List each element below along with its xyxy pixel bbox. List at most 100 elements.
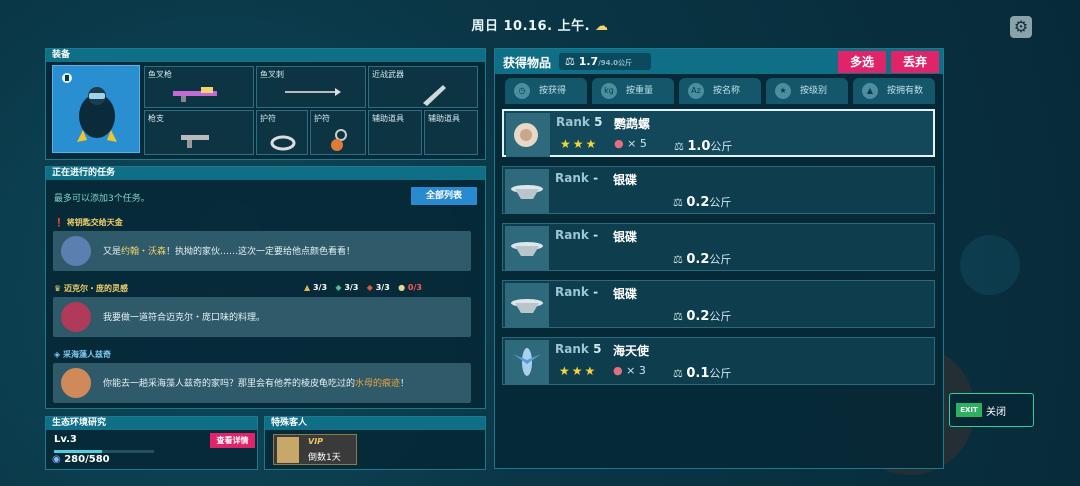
slot-melee[interactable]: 近战武器	[368, 66, 478, 108]
quest-1-text: 又是约翰・沃森！执拗的家伙……这次一定要给他点颜色看看！	[103, 247, 356, 257]
item-weight: ⚖ 0.2公斤	[673, 309, 732, 324]
item-weight: ⚖ 0.1公斤	[673, 366, 732, 381]
vip-guest-avatar	[277, 437, 299, 463]
fish-icon: ◆	[335, 283, 342, 292]
discard-button[interactable]: 丢弃	[891, 51, 939, 73]
quest-2-text: 我要做一道符合迈克尔・庞口味的料理。	[103, 313, 266, 323]
slot-harpoon-gun[interactable]: 鱼叉枪	[144, 66, 254, 108]
slot-label: 鱼叉枪	[148, 70, 172, 79]
vip-label: VIP	[308, 437, 324, 446]
shrimp-icon: ◆	[366, 283, 373, 292]
tab-by-obtained[interactable]: ◷ 按获得	[505, 78, 587, 104]
silver-dish-icon	[505, 226, 549, 270]
weight-sort-icon: kg	[601, 83, 617, 99]
silver-dish-icon	[505, 169, 549, 213]
weight-display: ⚖ 1.7/94.0公斤	[559, 53, 651, 70]
date-time: 周日 10.16. 上午. ☁	[471, 19, 609, 34]
slot-aux-1[interactable]: 辅助道具	[368, 110, 422, 155]
slot-harpoon[interactable]: 鱼叉刺	[256, 66, 366, 108]
multi-select-button[interactable]: 多选	[838, 51, 886, 73]
alert-icon: ❗	[54, 218, 64, 227]
weight-icon: ⚖	[674, 140, 684, 153]
vip-countdown: 倒数1天	[308, 453, 341, 463]
equipment-panel: 装备 鱼叉枪 鱼叉刺 近战武器 枪支 护符 护符 辅助道具 辅助道具	[45, 48, 486, 160]
pistol-icon	[181, 135, 209, 148]
tab-by-owned[interactable]: ▲ 按拥有数	[853, 78, 935, 104]
star-rating: ★★★	[560, 137, 599, 151]
harpoon-gun-icon	[173, 87, 217, 102]
slot-label: 辅助道具	[428, 114, 460, 123]
stack-icon: ▲	[862, 83, 878, 99]
special-guest-panel: 特殊客人 VIP 倒数1天	[264, 416, 486, 470]
quest-subtitle: 最多可以添加3个任务。	[54, 194, 150, 204]
slot-charm-2[interactable]: 护符	[310, 110, 366, 155]
slot-gun[interactable]: 枪支	[144, 110, 254, 155]
tab-by-rank[interactable]: ★ 按级别	[766, 78, 848, 104]
item-name: 银碟	[613, 173, 638, 187]
slot-label: 辅助道具	[372, 114, 404, 123]
loot-row[interactable]: Rank - 银碟 ⚖ 0.2公斤	[502, 166, 935, 214]
crown-icon: ♛	[54, 284, 62, 293]
npc-avatar	[61, 368, 91, 398]
slot-charm-1[interactable]: 护符	[256, 110, 308, 155]
quest-3[interactable]: 你能去一趟采海藻人兹奇的家吗？那里会有他养的棱皮龟吃过的水母的痕迹！	[53, 363, 471, 403]
harpoon-icon	[285, 88, 341, 96]
vip-card[interactable]: VIP 倒数1天	[273, 434, 357, 465]
bubble-icon: ◉	[52, 454, 61, 465]
ingredient-icon: ▲	[304, 283, 311, 292]
eco-panel: 生态环境研究 Lv.3 查看详情 ◉ 280/580	[45, 416, 258, 470]
eco-level: Lv.3	[54, 434, 77, 445]
quest-2-counts: ▲ 3/3 ◆ 3/3 ◆ 3/3 ● 0/3	[304, 283, 422, 292]
slot-label: 鱼叉刺	[260, 70, 284, 79]
slot-label: 护符	[314, 114, 330, 123]
view-detail-button[interactable]: 查看详情	[210, 433, 255, 448]
sun-cloud-icon: ☁	[595, 19, 609, 34]
diver-avatar[interactable]	[52, 65, 140, 153]
item-count: ● × 3	[613, 364, 646, 377]
equipment-title: 装备	[46, 49, 485, 62]
knife-icon	[423, 85, 446, 106]
all-list-button[interactable]: 全部列表	[411, 187, 477, 205]
meat-icon: ●	[614, 137, 624, 150]
az-icon: Az	[688, 83, 704, 99]
loot-row[interactable]: Rank - 银碟 ⚖ 0.2公斤	[502, 223, 935, 271]
tab-by-name[interactable]: Az 按名称	[679, 78, 761, 104]
quest-title: 正在进行的任务	[46, 167, 485, 180]
tab-by-weight[interactable]: kg 按重量	[592, 78, 674, 104]
loot-row[interactable]: Rank - 银碟 ⚖ 0.2公斤	[502, 280, 935, 328]
eco-progress-fill	[54, 450, 102, 453]
close-button[interactable]: EXIT 关闭	[949, 393, 1034, 427]
item-weight: ⚖ 1.0公斤	[674, 139, 733, 154]
weight-icon: ⚖	[673, 253, 683, 266]
sea-angel-icon	[505, 340, 549, 384]
quest-panel: 正在进行的任务 最多可以添加3个任务。 全部列表 ❗ 将钥匙交给天金 又是约翰・…	[45, 166, 486, 409]
weight-icon: ⚖	[673, 367, 683, 380]
slot-label: 近战武器	[372, 70, 404, 79]
weight-icon: ⚖	[565, 55, 575, 68]
quest-3-title: ◈ 采海藻人兹奇	[54, 350, 111, 359]
item-weight: ⚖ 0.2公斤	[673, 252, 732, 267]
item-name: 海天使	[613, 344, 650, 358]
meat-icon: ●	[613, 364, 623, 377]
eco-progress-track	[54, 450, 154, 453]
loot-panel: 获得物品 ⚖ 1.7/94.0公斤 多选 丢弃 ◷ 按获得 kg 按重量 Az 按名称…	[494, 48, 944, 469]
gear-icon[interactable]: ⚙	[1010, 16, 1032, 38]
bg-bubble	[960, 235, 1020, 295]
close-label: 关闭	[986, 407, 1006, 418]
star-icon: ★	[775, 83, 791, 99]
slot-aux-2[interactable]: 辅助道具	[424, 110, 478, 155]
eco-title: 生态环境研究	[46, 417, 257, 430]
clock-icon: ◷	[514, 83, 530, 99]
loot-row[interactable]: Rank 5 海天使 ★★★ ● × 3 ⚖ 0.1公斤	[502, 337, 935, 385]
npc-avatar	[61, 236, 91, 266]
quest-1-title: ❗ 将钥匙交给天金	[54, 218, 123, 227]
crab-charm-icon	[331, 129, 347, 151]
item-weight: ⚖ 0.2公斤	[673, 195, 732, 210]
quest-2[interactable]: 我要做一道符合迈克尔・庞口味的料理。	[53, 297, 471, 337]
quest-1[interactable]: 又是约翰・沃森！执拗的家伙……这次一定要给他点颜色看看！	[53, 231, 471, 271]
weight-icon: ⚖	[673, 310, 683, 323]
weight-icon: ⚖	[673, 196, 683, 209]
npc-avatar	[61, 302, 91, 332]
loot-row[interactable]: Rank 5 鹦鹉螺 ★★★ ● × 5 ⚖ 1.0公斤	[502, 109, 935, 157]
item-count: ● × 5	[614, 137, 647, 150]
